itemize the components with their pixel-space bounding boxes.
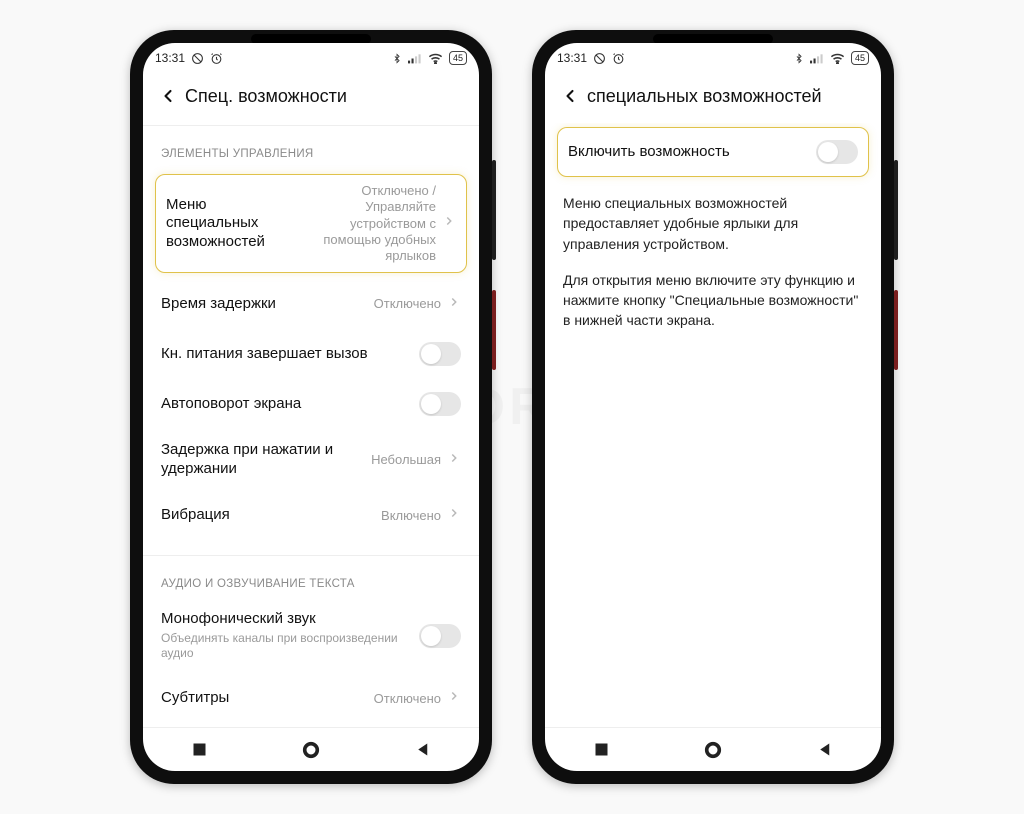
nav-recent[interactable] xyxy=(581,730,621,770)
toggle-power-end-call[interactable] xyxy=(419,342,461,366)
row-title: Задержка при нажатии и удержании xyxy=(161,441,371,479)
screen-right: 13:31 45 специальных возможностей xyxy=(545,43,881,771)
nav-back[interactable] xyxy=(403,730,443,770)
header: Спец. возможности xyxy=(143,73,479,123)
triangle-left-icon xyxy=(416,742,431,757)
row-title: Включить возможность xyxy=(568,143,816,162)
row-title: Кн. питания завершает вызов xyxy=(161,345,419,364)
description-paragraph-1: Меню специальных возможностей предоставл… xyxy=(559,183,867,260)
row-value: Отключено xyxy=(374,691,441,707)
row-title: Автоповорот экрана xyxy=(161,395,419,414)
chevron-left-icon xyxy=(158,86,178,106)
wifi-icon xyxy=(830,53,845,64)
chevron-right-icon xyxy=(447,506,461,525)
row-title: Время задержки xyxy=(161,295,374,314)
screen-left: 13:31 45 Спец. возможности xyxy=(143,43,479,771)
section-controls-label: ЭЛЕМЕНТЫ УПРАВЛЕНИЯ xyxy=(157,126,465,168)
volume-button xyxy=(492,160,496,260)
dnd-icon xyxy=(593,52,606,65)
row-subtitle: Объединять каналы при воспроизведении ау… xyxy=(161,631,419,662)
row-value: Небольшая xyxy=(371,452,441,468)
back-button[interactable] xyxy=(553,79,587,113)
alarm-icon xyxy=(210,52,223,65)
row-title: Монофонический звук xyxy=(161,610,419,629)
status-time: 13:31 xyxy=(155,51,185,65)
page-title: Спец. возможности xyxy=(185,86,347,107)
toggle-auto-rotate[interactable] xyxy=(419,392,461,416)
phone-left: 13:31 45 Спец. возможности xyxy=(130,30,492,784)
row-title: Вибрация xyxy=(161,506,381,525)
row-power-end-call[interactable]: Кн. питания завершает вызов xyxy=(157,329,465,379)
status-bar: 13:31 45 xyxy=(143,43,479,73)
status-time: 13:31 xyxy=(557,51,587,65)
row-vibration[interactable]: Вибрация Включено xyxy=(157,491,465,541)
status-bar: 13:31 45 xyxy=(545,43,881,73)
chevron-right-icon xyxy=(442,214,456,233)
row-value: Отключено / Управляйте устройством с пом… xyxy=(296,183,436,264)
bluetooth-icon xyxy=(794,52,804,65)
row-title: Меню специальных возможностей xyxy=(166,196,296,252)
nav-recent[interactable] xyxy=(179,730,219,770)
description-paragraph-2: Для открытия меню включите эту функцию и… xyxy=(559,260,867,337)
content-area: Включить возможность Меню специальных во… xyxy=(545,123,881,727)
content-area: ЭЛЕМЕНТЫ УПРАВЛЕНИЯ Меню специальных воз… xyxy=(143,123,479,727)
row-title: Субтитры xyxy=(161,689,374,708)
row-enable-feature[interactable]: Включить возможность xyxy=(557,127,869,177)
chevron-right-icon xyxy=(447,451,461,470)
square-icon xyxy=(192,742,207,757)
nav-bar xyxy=(545,727,881,771)
toggle-mono-audio[interactable] xyxy=(419,624,461,648)
row-touch-hold-delay[interactable]: Задержка при нажатии и удержании Небольш… xyxy=(157,429,465,491)
power-button xyxy=(492,290,496,370)
row-auto-rotate[interactable]: Автоповорот экрана xyxy=(157,379,465,429)
back-button[interactable] xyxy=(151,79,185,113)
toggle-enable-feature[interactable] xyxy=(816,140,858,164)
row-subtitles[interactable]: Субтитры Отключено xyxy=(157,674,465,724)
row-value: Отключено xyxy=(374,296,441,312)
chevron-right-icon xyxy=(447,689,461,708)
circle-icon xyxy=(704,741,722,759)
alarm-icon xyxy=(612,52,625,65)
row-value: Включено xyxy=(381,508,441,524)
nav-back[interactable] xyxy=(805,730,845,770)
bluetooth-icon xyxy=(392,52,402,65)
battery-indicator: 45 xyxy=(851,51,869,65)
power-button xyxy=(894,290,898,370)
dnd-icon xyxy=(191,52,204,65)
row-mono-audio[interactable]: Монофонический звук Объединять каналы пр… xyxy=(157,598,465,674)
circle-icon xyxy=(302,741,320,759)
page-title: специальных возможностей xyxy=(587,86,822,107)
signal-icon xyxy=(810,53,824,64)
row-accessibility-menu[interactable]: Меню специальных возможностей Отключено … xyxy=(155,174,467,273)
wifi-icon xyxy=(428,53,443,64)
battery-indicator: 45 xyxy=(449,51,467,65)
chevron-left-icon xyxy=(560,86,580,106)
nav-home[interactable] xyxy=(291,730,331,770)
row-delay-time[interactable]: Время задержки Отключено xyxy=(157,279,465,329)
triangle-left-icon xyxy=(818,742,833,757)
signal-icon xyxy=(408,53,422,64)
nav-home[interactable] xyxy=(693,730,733,770)
square-icon xyxy=(594,742,609,757)
chevron-right-icon xyxy=(447,295,461,314)
volume-button xyxy=(894,160,898,260)
section-audio-label: АУДИО И ОЗВУЧИВАНИЕ ТЕКСТА xyxy=(157,556,465,598)
phone-pair: 13:31 45 Спец. возможности xyxy=(0,0,1024,784)
header: специальных возможностей xyxy=(545,73,881,123)
phone-right: 13:31 45 специальных возможностей xyxy=(532,30,894,784)
nav-bar xyxy=(143,727,479,771)
